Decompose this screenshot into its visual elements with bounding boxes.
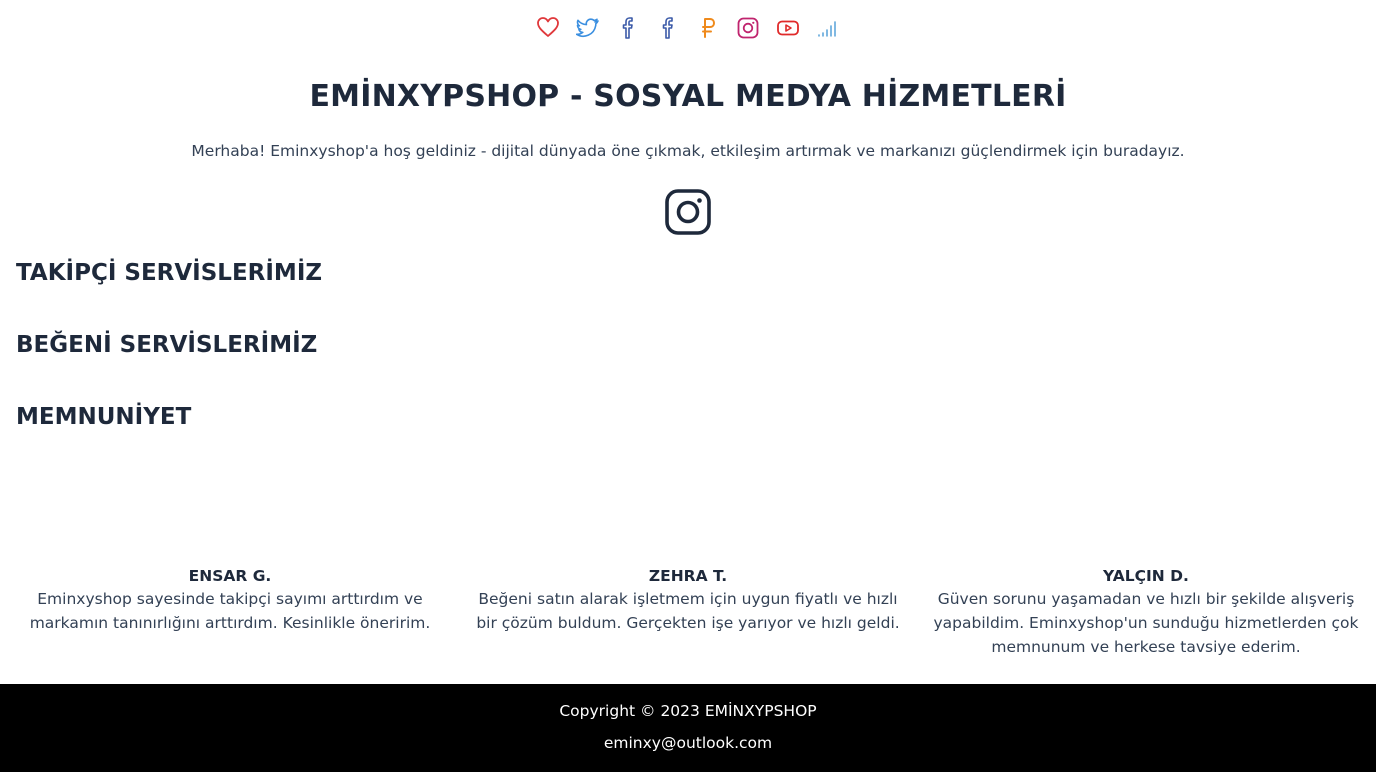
likes-services-heading: BEĞENİ SERVİSLERİMİZ [16,332,318,358]
review-text: Eminxyshop sayesinde takipçi sayımı artt… [29,590,431,632]
twitter-icon[interactable] [575,14,600,42]
review-text: Güven sorunu yaşamadan ve hızlı bir şeki… [933,590,1359,656]
signal-icon[interactable] [816,14,840,42]
page-title: EMİNXYPSHOP - SOSYAL MEDYA HİZMETLERİ [309,79,1067,114]
review-author: ENSAR G. [188,567,272,585]
review-card: ENSAR G. Eminxyshop sayesinde takipçi sa… [10,565,450,659]
instagram-icon[interactable] [736,14,760,42]
youtube-icon[interactable] [776,14,800,42]
facebook-icon[interactable] [656,14,680,42]
heart-icon[interactable] [536,14,560,42]
review-card: ZEHRA T. Beğeni satın alarak işletmem iç… [468,565,908,659]
footer: Copyright © 2023 EMİNXYPSHOP eminxy@outl… [0,684,1376,772]
intro-text: Merhaba! Eminxyshop'a hoş geldiniz - dij… [191,142,1185,160]
review-text: Beğeni satın alarak işletmem için uygun … [476,590,900,632]
facebook-icon[interactable] [616,14,640,42]
ruble-icon[interactable] [696,14,720,42]
review-author: YALÇIN D. [1103,567,1189,585]
instagram-icon[interactable] [664,188,712,236]
social-icon-bar [0,14,1376,44]
satisfaction-heading: MEMNUNİYET [16,404,192,430]
review-card: YALÇIN D. Güven sorunu yaşamadan ve hızl… [926,565,1366,659]
contact-email[interactable]: eminxy@outlook.com [0,734,1376,752]
copyright-text: Copyright © 2023 EMİNXYPSHOP [559,702,817,720]
followers-services-heading: TAKİPÇİ SERVİSLERİMİZ [16,260,323,286]
reviews-row: ENSAR G. Eminxyshop sayesinde takipçi sa… [0,565,1376,659]
review-author: ZEHRA T. [648,567,728,585]
